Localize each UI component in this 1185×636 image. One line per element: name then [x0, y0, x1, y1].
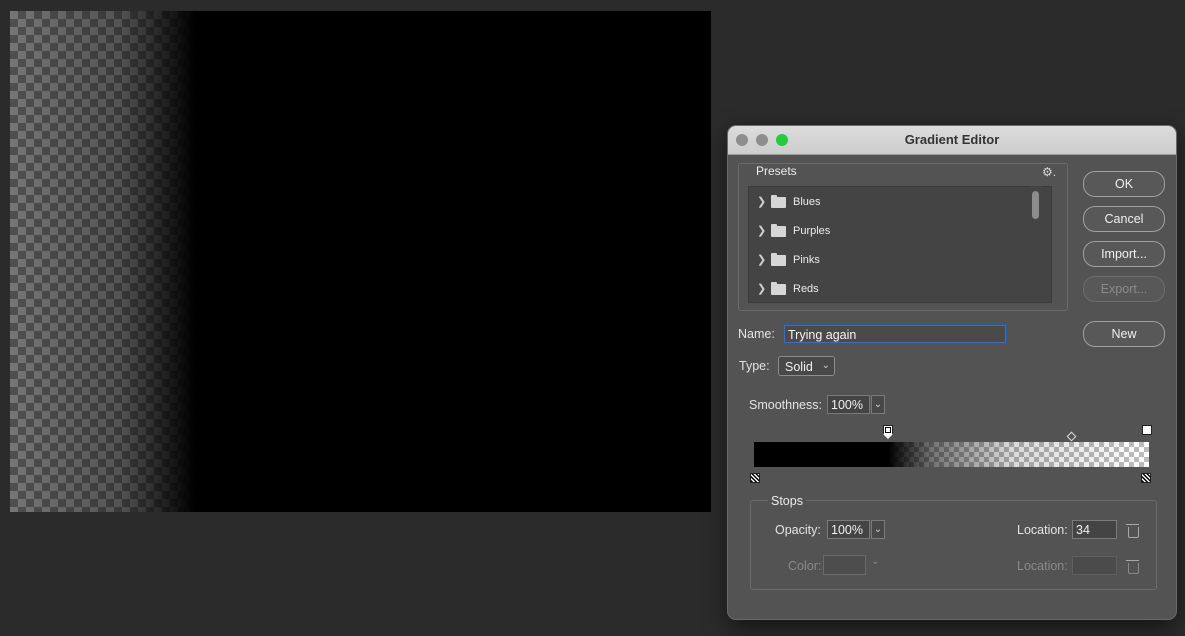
color-location-label: Location:	[1017, 559, 1068, 573]
gradient-ramp	[754, 442, 1149, 467]
title-bar[interactable]: Gradient Editor	[728, 126, 1176, 155]
selected-stop-marker	[885, 427, 891, 433]
gradient-bar[interactable]	[754, 442, 1149, 467]
chevron-right-icon[interactable]: ❯	[757, 195, 766, 208]
preset-folder-reds[interactable]: ❯ Reds	[749, 275, 1045, 304]
chevron-right-icon[interactable]: ❯	[757, 282, 766, 295]
delete-color-stop-icon	[1126, 560, 1139, 574]
preset-folder-label: Purples	[793, 225, 831, 237]
opacity-input[interactable]: 100%	[827, 520, 870, 539]
midpoint-diamond[interactable]	[1066, 431, 1077, 442]
chevron-down-icon: ⌄	[871, 556, 880, 567]
color-stop-start[interactable]	[750, 473, 760, 483]
export-button: Export...	[1083, 276, 1165, 302]
gradient-type-select[interactable]: Solid ⌄	[778, 356, 835, 376]
color-location-input	[1072, 556, 1117, 575]
stops-label: Stops	[768, 494, 806, 508]
smoothness-label: Smoothness:	[749, 398, 822, 412]
new-button[interactable]: New	[1083, 321, 1165, 347]
name-label: Name:	[738, 327, 775, 341]
gradient-editor-dialog: Gradient Editor Presets ⚙. ❯ Blues ❯ Pur…	[728, 126, 1176, 619]
folder-icon	[771, 195, 786, 208]
dialog-title: Gradient Editor	[904, 132, 1000, 147]
chevron-right-icon[interactable]: ❯	[757, 224, 766, 237]
gradient-fill-preview	[10, 11, 195, 512]
stops-group	[750, 500, 1157, 590]
cancel-button[interactable]: Cancel	[1083, 206, 1165, 232]
color-label: Color:	[788, 559, 822, 573]
chevron-right-icon[interactable]: ❯	[757, 253, 766, 266]
ok-button[interactable]: OK	[1083, 171, 1165, 197]
document-canvas[interactable]	[10, 11, 711, 512]
delete-opacity-stop-icon[interactable]	[1126, 524, 1139, 538]
type-label: Type:	[739, 359, 770, 373]
opacity-location-label: Location:	[1017, 523, 1068, 537]
folder-icon	[771, 224, 786, 237]
import-button[interactable]: Import...	[1083, 241, 1165, 267]
gradient-name-input[interactable]: Trying again	[784, 325, 1006, 343]
presets-label: Presets	[756, 164, 797, 178]
preset-folder-label: Blues	[793, 196, 821, 208]
gear-icon[interactable]: ⚙.	[1042, 165, 1056, 179]
preset-scrollbar-thumb[interactable]	[1032, 191, 1039, 219]
preset-list[interactable]: ❯ Blues ❯ Purples ❯ Pinks ❯ Reds	[748, 186, 1052, 303]
preset-folder-pinks[interactable]: ❯ Pinks	[749, 246, 1045, 275]
smoothness-dropdown-button[interactable]: ⌄	[871, 395, 885, 414]
preset-folder-label: Pinks	[793, 254, 820, 266]
preset-folder-blues[interactable]: ❯ Blues	[749, 188, 1045, 217]
color-swatch	[823, 555, 866, 575]
smoothness-input[interactable]: 100%	[827, 395, 870, 414]
opacity-location-input[interactable]: 34	[1072, 520, 1117, 539]
selected-stop-pointer	[883, 434, 893, 439]
preset-folder-purples[interactable]: ❯ Purples	[749, 217, 1045, 246]
opacity-dropdown-button[interactable]: ⌄	[871, 520, 885, 539]
folder-icon	[771, 282, 786, 295]
folder-icon	[771, 253, 786, 266]
chevron-down-icon: ⌄	[821, 360, 830, 371]
preset-folder-label: Reds	[793, 283, 819, 295]
opacity-stop-end[interactable]	[1142, 425, 1152, 435]
color-stop-end[interactable]	[1141, 473, 1151, 483]
opacity-label: Opacity:	[775, 523, 821, 537]
gradient-type-value: Solid	[785, 360, 813, 374]
